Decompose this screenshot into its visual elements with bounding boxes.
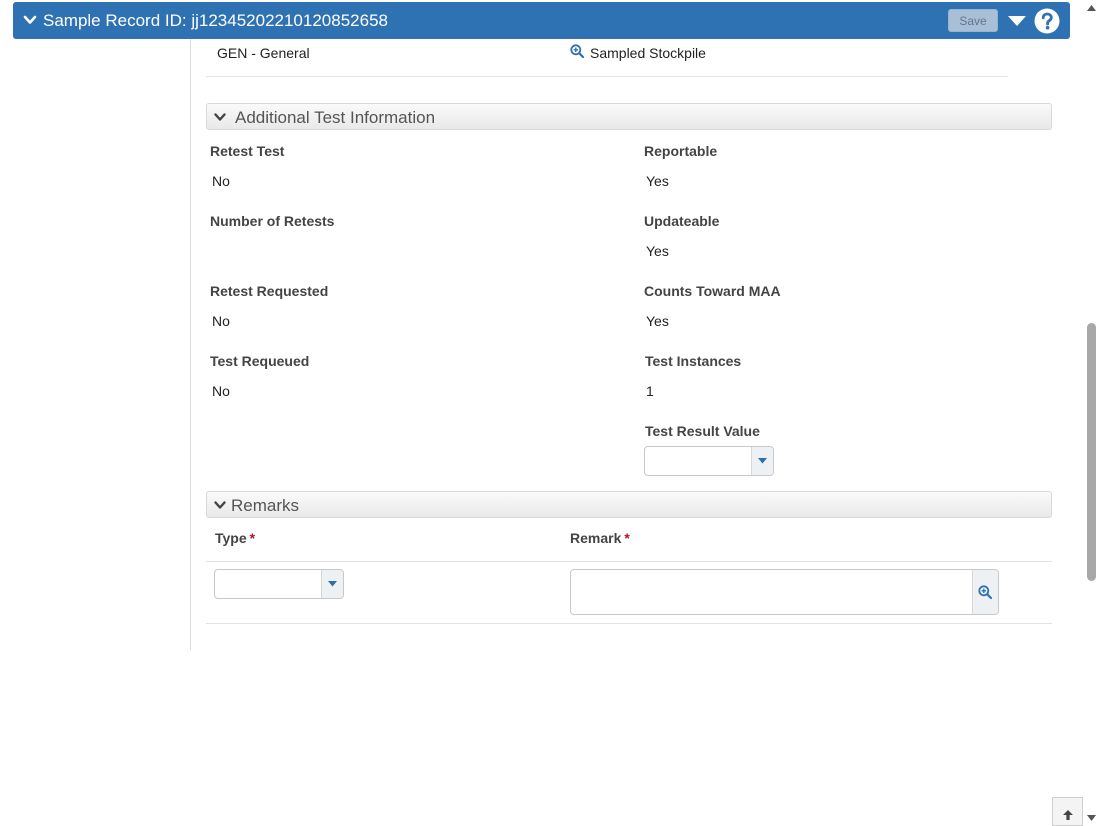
type-label: Type bbox=[215, 530, 247, 546]
caret-down-icon bbox=[328, 581, 337, 587]
question-circle-icon[interactable] bbox=[1034, 8, 1060, 34]
remark-lookup-button[interactable] bbox=[972, 570, 998, 614]
divider bbox=[206, 76, 1008, 77]
test-requeued-label: Test Requeued bbox=[210, 353, 310, 369]
dropdown-toggle[interactable] bbox=[321, 570, 343, 598]
chevron-down-icon[interactable] bbox=[214, 499, 226, 511]
dropdown-toggle[interactable] bbox=[751, 447, 773, 475]
section-header-remarks[interactable]: Remarks bbox=[206, 491, 1052, 518]
retest-requested-label: Retest Requested bbox=[210, 283, 329, 299]
remark-label: Remark bbox=[570, 530, 622, 546]
record-title: Sample Record ID: jj12345202210120852658 bbox=[43, 11, 388, 30]
test-result-value-label: Test Result Value bbox=[645, 423, 760, 439]
remark-input[interactable] bbox=[570, 569, 999, 615]
number-of-retests-label: Number of Retests bbox=[210, 213, 335, 229]
section-title: Remarks bbox=[231, 496, 300, 515]
caret-down-icon[interactable] bbox=[1007, 14, 1027, 28]
retest-test-label: Retest Test bbox=[210, 143, 285, 159]
zoom-in-icon bbox=[978, 585, 992, 599]
scroll-to-top-button[interactable] bbox=[1052, 797, 1083, 826]
divider bbox=[206, 561, 1052, 562]
remark-column-header: Remark * bbox=[570, 530, 630, 546]
scroll-up-arrow-icon[interactable] bbox=[1087, 5, 1096, 11]
caret-down-icon bbox=[758, 458, 767, 464]
remark-type-dropdown[interactable] bbox=[214, 569, 344, 599]
required-marker: * bbox=[249, 530, 256, 546]
counts-toward-maa-value: Yes bbox=[646, 313, 669, 329]
record-header-bar: Sample Record ID: jj12345202210120852658… bbox=[13, 2, 1070, 39]
scrollbar-thumb[interactable] bbox=[1087, 323, 1096, 581]
test-requeued-value: No bbox=[212, 383, 230, 399]
retest-test-value: No bbox=[212, 173, 230, 189]
zoom-in-icon[interactable] bbox=[570, 44, 584, 58]
updateable-value: Yes bbox=[646, 243, 669, 259]
test-instances-label: Test Instances bbox=[645, 353, 742, 369]
page: Sample Record ID: jj12345202210120852658… bbox=[0, 0, 1100, 826]
chevron-down-icon[interactable] bbox=[23, 13, 37, 27]
vertical-scrollbar[interactable] bbox=[1083, 0, 1100, 826]
reportable-value: Yes bbox=[646, 173, 669, 189]
sampled-stockpile-link[interactable]: Sampled Stockpile bbox=[590, 45, 706, 61]
retest-requested-value: No bbox=[212, 313, 230, 329]
test-result-value-dropdown[interactable] bbox=[644, 446, 774, 476]
required-marker: * bbox=[624, 530, 630, 546]
scroll-down-arrow-icon[interactable] bbox=[1087, 815, 1096, 821]
category-value: GEN - General bbox=[217, 45, 310, 61]
section-header-additional-test-information[interactable]: Additional Test Information bbox=[206, 103, 1052, 130]
updateable-label: Updateable bbox=[644, 213, 720, 229]
divider bbox=[206, 623, 1052, 624]
section-title: Additional Test Information bbox=[235, 108, 436, 127]
chevron-down-icon[interactable] bbox=[214, 111, 226, 123]
test-instances-value: 1 bbox=[646, 383, 654, 399]
counts-toward-maa-label: Counts Toward MAA bbox=[644, 283, 781, 299]
arrow-up-icon bbox=[1063, 810, 1073, 820]
type-column-header: Type * bbox=[215, 530, 255, 546]
content-panel bbox=[190, 39, 1070, 650]
save-button[interactable]: Save bbox=[948, 9, 998, 32]
reportable-label: Reportable bbox=[644, 143, 718, 159]
